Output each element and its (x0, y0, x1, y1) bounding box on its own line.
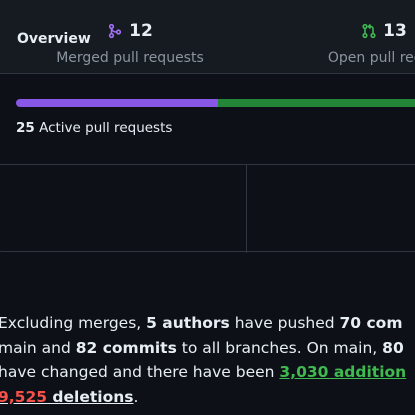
deletions-label: deletions (47, 387, 134, 406)
git-pull-request-icon (361, 23, 377, 39)
summary-line-3: have changed and there have been 3,030 a… (0, 360, 415, 385)
pull-request-stats (0, 164, 415, 253)
open-pull-requests-count: 13 (383, 21, 407, 41)
pull-request-progress-bar (16, 99, 415, 107)
deletions-count: 9,525 (0, 387, 48, 406)
summary-text: to all branches. On main, (176, 338, 383, 357)
summary-line-4: 9,525 deletions. (0, 385, 415, 410)
progress-merged-segment (16, 99, 218, 107)
progress-open-segment (217, 99, 415, 107)
files-changed-count: 80 (382, 338, 404, 357)
summary-text: have pushed (229, 314, 340, 332)
merged-pull-requests-stat[interactable]: 12 Merged pull requests (40, 20, 220, 66)
active-pull-requests-count: 25 (16, 120, 35, 136)
summary-line-2: main and 82 commits to all branches. On … (0, 336, 415, 361)
commits-all-branches-count: 82 commits (75, 338, 177, 357)
git-merge-icon (107, 23, 123, 39)
summary-line-1: Excluding merges, 5 authors have pushed … (0, 311, 415, 336)
stats-divider (246, 165, 247, 253)
commits-main-count: 70 com (339, 314, 403, 332)
summary-text: . (133, 387, 139, 406)
active-pull-requests-label: Active pull requests (39, 120, 173, 136)
additions-link[interactable]: 3,030 addition (279, 363, 406, 381)
repository-pulse-page: Overview 25 Active pull requests 12 Merg… (0, 0, 415, 415)
summary-text: main and (0, 338, 76, 357)
open-pull-requests-stat[interactable]: 13 Open pull reque (294, 20, 415, 66)
commit-summary: Excluding merges, 5 authors have pushed … (0, 311, 415, 409)
summary-text: have changed and there have been (0, 363, 280, 381)
summary-text: Excluding merges, (0, 314, 147, 332)
merged-pull-requests-count: 12 (129, 21, 153, 41)
deletions-link[interactable]: 9,525 deletions (0, 388, 134, 406)
active-pull-requests-link[interactable]: 25 Active pull requests (16, 120, 172, 136)
authors-count-link[interactable]: 5 authors (146, 314, 230, 332)
merged-pull-requests-label: Merged pull requests (56, 50, 204, 66)
open-pull-requests-label: Open pull reque (327, 50, 415, 66)
